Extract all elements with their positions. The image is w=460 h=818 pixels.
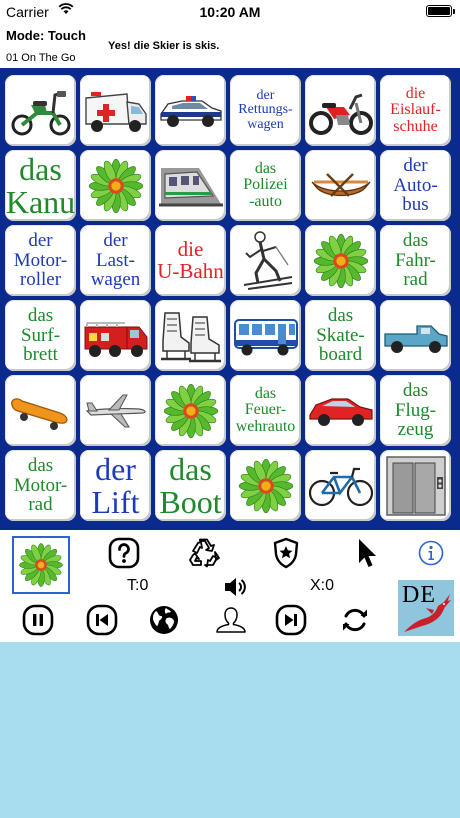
picture-card[interactable] bbox=[305, 375, 376, 446]
pause-icon[interactable] bbox=[20, 602, 56, 638]
flower-icon bbox=[310, 230, 372, 292]
airplane-icon bbox=[83, 389, 149, 433]
moped-icon bbox=[9, 83, 73, 139]
timer-label: T:0 bbox=[127, 577, 149, 594]
bicycle-icon bbox=[308, 463, 374, 509]
picture-card[interactable] bbox=[5, 375, 76, 446]
picture-card[interactable] bbox=[155, 300, 226, 371]
control-panel: T:0 X:0 DE bbox=[0, 530, 460, 642]
question-icon[interactable] bbox=[104, 536, 144, 570]
picture-card[interactable] bbox=[80, 300, 151, 371]
language-badge[interactable]: DE bbox=[398, 580, 454, 636]
word-card[interactable]: der Rettungs- wagen bbox=[230, 75, 301, 146]
picture-card[interactable] bbox=[155, 75, 226, 146]
battery-icon bbox=[426, 5, 455, 17]
picture-card[interactable] bbox=[380, 450, 451, 521]
card-word: der Last- wagen bbox=[90, 230, 141, 291]
picture-card[interactable] bbox=[230, 450, 301, 521]
card-word: das Polizei -auto bbox=[243, 160, 288, 210]
globe-icon[interactable] bbox=[146, 602, 182, 638]
dragon-icon bbox=[404, 594, 451, 632]
game-header: Mode: Touch Yes! die Skier is skis. 01 O… bbox=[0, 22, 460, 68]
shield-star-icon[interactable] bbox=[266, 536, 306, 570]
picture-card[interactable] bbox=[305, 450, 376, 521]
game-board: der Rettungs- wagen die Eislauf- schuhe da… bbox=[0, 68, 460, 530]
picture-card[interactable] bbox=[305, 150, 376, 221]
picture-card[interactable] bbox=[155, 150, 226, 221]
ambulance-icon bbox=[83, 86, 149, 136]
picture-card[interactable] bbox=[305, 225, 376, 296]
red-car-icon bbox=[308, 391, 374, 431]
card-word: das Flug- zeug bbox=[394, 380, 437, 441]
status-bar: Carrier 10:20 AM bbox=[0, 0, 460, 22]
picture-card[interactable] bbox=[305, 75, 376, 146]
card-word: das Motor- rad bbox=[13, 455, 68, 516]
card-word: der Rettungs- wagen bbox=[238, 88, 293, 132]
info-icon[interactable] bbox=[414, 536, 448, 570]
card-word: das Boot bbox=[159, 450, 222, 520]
pickup-truck-icon bbox=[383, 314, 449, 358]
word-card[interactable]: das Polizei -auto bbox=[230, 150, 301, 221]
selected-card-flower-icon[interactable] bbox=[12, 536, 70, 594]
card-word: das Kanu bbox=[5, 150, 76, 220]
rowboat-icon bbox=[309, 166, 373, 206]
card-word: der Lift bbox=[91, 450, 140, 520]
bus-icon bbox=[233, 314, 299, 358]
word-card[interactable]: das Kanu bbox=[5, 150, 76, 221]
ice-skates-icon bbox=[159, 307, 223, 365]
word-card[interactable]: die U-Bahn bbox=[155, 225, 226, 296]
skateboard-icon bbox=[8, 391, 74, 431]
flower-icon bbox=[235, 455, 297, 517]
feedback-message: Yes! die Skier is skis. bbox=[108, 40, 220, 52]
flower-icon bbox=[160, 380, 222, 442]
word-card[interactable]: der Lift bbox=[80, 450, 151, 521]
police-car-icon bbox=[158, 90, 224, 132]
flower-icon bbox=[85, 155, 147, 217]
lesson-label: 01 On The Go bbox=[6, 52, 76, 64]
motorcycle-icon bbox=[308, 85, 374, 137]
refresh-icon[interactable] bbox=[337, 602, 373, 638]
word-card[interactable]: das Motor- rad bbox=[5, 450, 76, 521]
picture-card[interactable] bbox=[80, 375, 151, 446]
picture-card[interactable] bbox=[80, 75, 151, 146]
word-card[interactable]: das Fahr- rad bbox=[380, 225, 451, 296]
picture-card[interactable] bbox=[230, 225, 301, 296]
skip-back-icon[interactable] bbox=[84, 602, 120, 638]
subway-train-icon bbox=[158, 164, 223, 208]
picture-card[interactable] bbox=[5, 75, 76, 146]
status-time: 10:20 AM bbox=[199, 4, 261, 20]
card-word: das Fahr- rad bbox=[395, 230, 436, 291]
speaker-icon[interactable] bbox=[222, 574, 248, 600]
picture-card[interactable] bbox=[155, 375, 226, 446]
card-word: die U-Bahn bbox=[157, 237, 224, 283]
fire-truck-icon bbox=[83, 313, 149, 359]
score-label: X:0 bbox=[310, 577, 335, 594]
word-card[interactable]: das Surf- brett bbox=[5, 300, 76, 371]
card-word: der Motor- roller bbox=[13, 230, 68, 291]
word-card[interactable]: das Boot bbox=[155, 450, 226, 521]
mode-label: Mode: Touch bbox=[6, 28, 86, 43]
word-card[interactable]: das Skate- board bbox=[305, 300, 376, 371]
skip-forward-icon[interactable] bbox=[273, 602, 309, 638]
card-word: das Skate- board bbox=[316, 305, 365, 366]
word-card[interactable]: das Flug- zeug bbox=[380, 375, 451, 446]
user-icon[interactable] bbox=[211, 602, 251, 638]
card-word: die Eislauf- schuhe bbox=[390, 85, 441, 135]
word-card[interactable]: die Eislauf- schuhe bbox=[380, 75, 451, 146]
card-word: das Surf- brett bbox=[20, 305, 61, 366]
word-card[interactable]: der Last- wagen bbox=[80, 225, 151, 296]
recycle-icon[interactable] bbox=[185, 536, 225, 570]
picture-card[interactable] bbox=[80, 150, 151, 221]
picture-card[interactable] bbox=[230, 300, 301, 371]
card-word: der Auto- bus bbox=[393, 155, 438, 216]
word-card[interactable]: das Feuer- wehrauto bbox=[230, 375, 301, 446]
skier-icon bbox=[238, 229, 294, 293]
cursor-arrow-icon[interactable] bbox=[347, 536, 387, 570]
word-card[interactable]: der Auto- bus bbox=[380, 150, 451, 221]
word-card[interactable]: der Motor- roller bbox=[5, 225, 76, 296]
picture-card[interactable] bbox=[380, 300, 451, 371]
elevator-icon bbox=[385, 455, 447, 517]
card-word: das Feuer- wehrauto bbox=[235, 385, 296, 435]
